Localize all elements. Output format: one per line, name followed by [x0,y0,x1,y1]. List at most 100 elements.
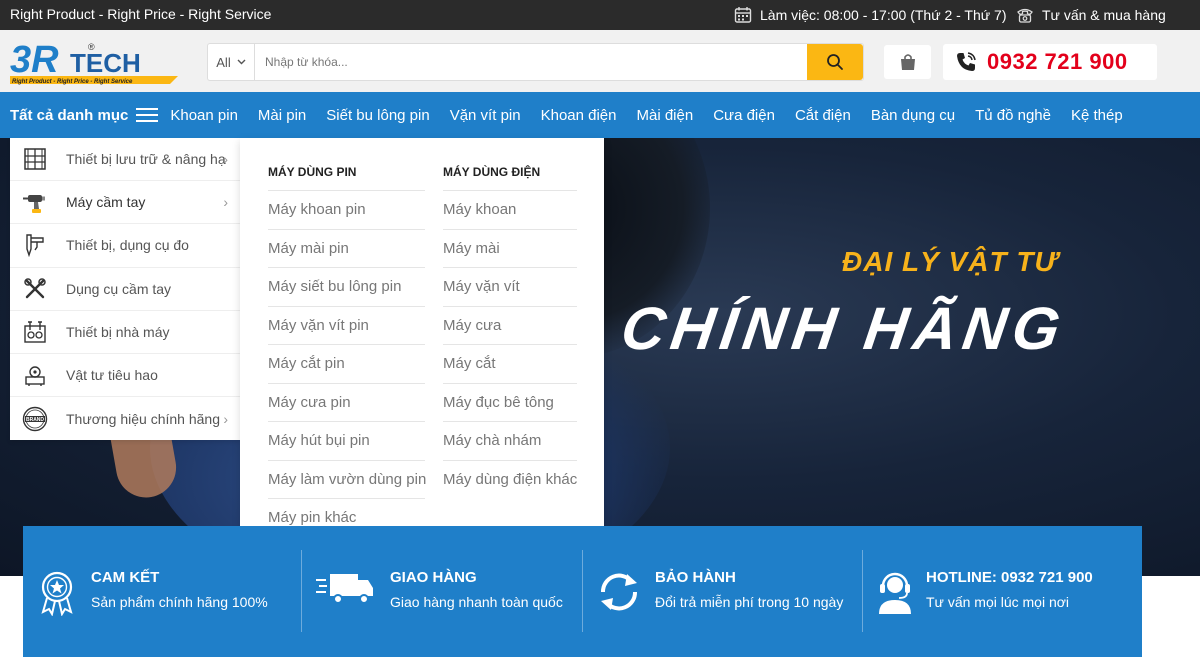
sidebar-item-label: Vật tư tiêu hao [66,367,158,384]
brand-icon: BRAND [22,406,48,432]
refresh-icon [597,572,641,617]
svg-text:TECH: TECH [70,48,141,78]
nav-item-cua-dien[interactable]: Cưa điện [713,107,775,124]
sidebar-item-storage-lifting[interactable]: Thiết bị lưu trữ & nâng hạ › [10,138,240,182]
sidebar-item-official-brands[interactable]: BRAND Thương hiệu chính hãng › [10,397,240,440]
truck-icon [316,572,374,611]
mega-link[interactable]: Máy mài [443,230,577,268]
top-bar: Right Product - Right Price - Right Serv… [0,0,1200,30]
mega-link[interactable]: Máy làm vườn dùng pin [268,461,426,499]
search-bar: All [207,43,864,81]
sidebar-item-label: Thiết bị lưu trữ & nâng hạ [66,151,226,168]
support-agent-icon [875,570,915,621]
service-desc: Sản phẩm chính hãng 100% [91,594,268,610]
service-title: HOTLINE: 0932 721 900 [926,569,1093,586]
mega-column-title: MÁY DÙNG PIN [268,160,425,191]
header: 3R TECH ® Right Product - Right Price - … [0,30,1200,92]
caliper-icon [22,232,48,258]
award-icon [37,570,77,621]
mega-link[interactable]: Máy hút bụi pin [268,422,425,461]
consumables-icon [22,362,48,388]
service-desc: Đổi trả miễn phí trong 10 ngày [655,594,844,610]
search-icon [827,54,843,70]
cart-button[interactable] [884,45,931,79]
search-input[interactable] [255,44,807,80]
search-button[interactable] [807,44,863,80]
hamburger-menu-icon [136,108,159,122]
service-title: GIAO HÀNG [390,569,477,586]
mega-link[interactable]: Máy cưa [443,307,577,345]
mega-link[interactable]: Máy vặn vít pin [268,307,425,345]
nav-item-siet-bu-long-pin[interactable]: Siết bu lông pin [326,107,429,124]
telephone-icon [1017,8,1033,23]
sidebar-item-handheld-machines[interactable]: Máy cầm tay › [10,181,240,225]
mega-link[interactable]: Máy cắt [443,345,577,384]
service-desc: Tư vấn mọi lúc mọi nơi [926,594,1070,610]
service-desc: Giao hàng nhanh toàn quốc [390,594,563,610]
mega-link[interactable]: Máy mài pin [268,230,425,268]
nav-item-tu-do-nghe[interactable]: Tủ đồ nghề [975,107,1051,124]
mega-link[interactable]: Máy cưa pin [268,384,425,422]
mega-link[interactable]: Máy đục bê tông [443,384,577,422]
nav-item-ke-thep[interactable]: Kệ thép [1071,107,1123,124]
nav-item-van-vit-pin[interactable]: Vặn vít pin [450,107,521,124]
chevron-right-icon: › [223,194,228,211]
mega-column-title: MÁY DÙNG ĐIỆN [443,160,577,191]
phone-icon [957,52,976,71]
nav-item-ban-dung-cu[interactable]: Bàn dụng cụ [871,107,955,124]
nav-item-khoan-dien[interactable]: Khoan điện [541,107,617,124]
search-category-select[interactable]: All [208,44,255,80]
mega-link[interactable]: Máy cắt pin [268,345,425,384]
working-hours: Làm việc: 08:00 - 17:00 (Thứ 2 - Thứ 7) [734,6,1006,24]
sidebar-item-label: Dụng cụ cầm tay [66,280,172,297]
sidebar-item-consumables[interactable]: Vật tư tiêu hao [10,354,240,398]
sidebar-item-factory-equipment[interactable]: Thiết bị nhà máy [10,311,240,354]
category-sidebar: Thiết bị lưu trữ & nâng hạ › Máy cầm tay… [10,138,240,440]
all-categories-button[interactable]: Tất cả danh mục [10,107,159,124]
chevron-down-icon [237,59,246,65]
svg-text:3R: 3R [10,39,59,81]
chevron-right-icon: › [223,410,228,427]
hotline-number: 0932 721 900 [987,49,1128,74]
mega-link[interactable]: Máy khoan pin [268,191,425,230]
service-warranty: BẢO HÀNH Đổi trả miễn phí trong 10 ngày [583,526,862,657]
svg-text:Right Product - Right Price -: Right Product - Right Price - Right Serv… [12,79,133,85]
mega-link[interactable]: Máy siết bu lông pin [268,268,425,307]
site-logo[interactable]: 3R TECH ® Right Product - Right Price - … [10,38,180,86]
calendar-icon [734,7,752,23]
main-nav: Tất cả danh mục Khoan pin Mài pin Siết b… [0,92,1200,138]
sidebar-item-label: Thiết bị, dụng cụ đo [66,237,189,254]
service-strip: CAM KẾT Sản phẩm chính hãng 100% GIAO HÀ… [23,526,1142,657]
nav-item-mai-pin[interactable]: Mài pin [258,107,306,124]
consult-link[interactable]: Tư vấn & mua hàng [1016,6,1166,24]
shopping-bag-icon [900,54,915,70]
mega-link[interactable]: Máy vặn vít [443,268,577,307]
sidebar-item-measuring-tools[interactable]: Thiết bị, dụng cụ đo [10,224,240,268]
mega-link[interactable]: Máy khoan [443,191,577,230]
shelf-icon [22,146,48,172]
mega-link[interactable]: Máy dùng điện khác [443,461,577,500]
factory-tools-icon [22,319,48,345]
nav-item-mai-dien[interactable]: Mài điện [637,107,694,124]
slogan: Right Product - Right Price - Right Serv… [10,6,272,22]
mega-column-battery: MÁY DÙNG PIN Máy khoan pin Máy mài pin M… [268,160,426,538]
mega-dropdown: MÁY DÙNG PIN Máy khoan pin Máy mài pin M… [240,138,604,555]
service-title: CAM KẾT [91,569,160,586]
chevron-right-icon: › [223,151,228,168]
hotline-button[interactable]: 0932 721 900 [943,44,1157,80]
sidebar-item-label: Thiết bị nhà máy [66,323,170,340]
drill-icon [22,189,48,215]
tools-icon [22,276,48,302]
service-title: BẢO HÀNH [655,569,736,586]
svg-text:®: ® [88,42,95,52]
sidebar-item-hand-tools[interactable]: Dụng cụ cầm tay [10,268,240,311]
service-commitment: CAM KẾT Sản phẩm chính hãng 100% [23,526,301,657]
service-delivery: GIAO HÀNG Giao hàng nhanh toàn quốc [302,526,582,657]
consult-text: Tư vấn & mua hàng [1042,7,1166,23]
nav-item-khoan-pin[interactable]: Khoan pin [170,107,238,124]
svg-text:BRAND: BRAND [26,417,44,423]
mega-link[interactable]: Máy chà nhám [443,422,577,461]
service-hotline[interactable]: HOTLINE: 0932 721 900 Tư vấn mọi lúc mọi… [863,526,1142,657]
sidebar-item-label: Máy cầm tay [66,194,146,211]
nav-item-cat-dien[interactable]: Cắt điện [795,107,851,124]
